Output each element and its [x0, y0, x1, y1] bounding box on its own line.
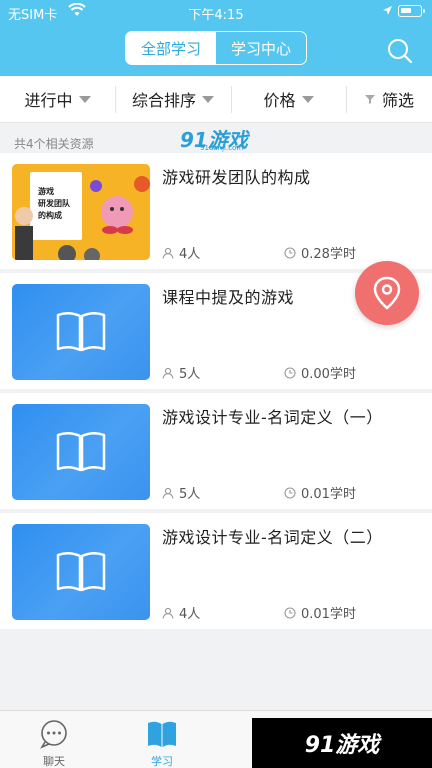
- watermark-banner-text: 91游戏: [304, 733, 380, 758]
- course-cover-image: 游戏 研发团队 的构成: [12, 164, 150, 260]
- results-count: 共4个相关资源: [14, 137, 94, 151]
- location-arrow-icon: [383, 6, 392, 15]
- enrolled-count-value: 5人: [179, 487, 201, 502]
- dropdown-arrow-icon: [78, 95, 91, 103]
- clock-icon: [284, 246, 296, 259]
- person-icon: [162, 487, 174, 499]
- book-icon: [56, 432, 106, 472]
- study-hours: 0.01学时: [284, 483, 356, 502]
- watermark-banner: 91游戏: [252, 718, 432, 768]
- app-screen: 无SIM卡 下午4:15 全部学习 学习中心 进行中 综合排序 价格 筛选 共4…: [0, 0, 432, 768]
- segment-control: 全部学习 学习中心: [125, 31, 307, 65]
- cover-text-line-2: 研发团队: [38, 198, 71, 208]
- filter-bar: 进行中 综合排序 价格 筛选: [0, 76, 432, 123]
- header-bar: 无SIM卡 下午4:15 全部学习 学习中心: [0, 0, 432, 76]
- map-pin-icon: [373, 276, 401, 310]
- course-thumbnail: [12, 524, 150, 620]
- study-hours-value: 0.01学时: [301, 607, 356, 622]
- list-item[interactable]: 游戏设计专业-名词定义（二） 4人 0.01学时: [0, 513, 432, 629]
- course-title: 游戏设计专业-名词定义（二）: [162, 528, 383, 547]
- person-icon: [162, 367, 174, 379]
- tab-chat[interactable]: 聊天: [14, 711, 94, 768]
- filter-in-progress-label: 进行中: [24, 91, 73, 110]
- clock-icon: [284, 366, 296, 379]
- search-icon[interactable]: [386, 37, 414, 65]
- course-title: 课程中提及的游戏: [162, 288, 295, 307]
- person-icon: [162, 247, 174, 259]
- watermark-logo: 91游戏 91danji.com: [180, 124, 270, 154]
- clock-icon: [284, 486, 296, 499]
- study-hours-value: 0.28学时: [301, 247, 356, 262]
- filter-price[interactable]: 价格: [231, 76, 346, 122]
- list-item[interactable]: 游戏设计专业-名词定义（一） 5人 0.01学时: [0, 393, 432, 509]
- person-icon: [162, 607, 174, 619]
- tab-chat-label: 聊天: [43, 755, 65, 768]
- cover-text-line-1: 游戏: [38, 186, 54, 196]
- chat-bubble-icon: [40, 720, 67, 749]
- clock-icon: [284, 606, 296, 619]
- course-title: 游戏研发团队的构成: [162, 168, 311, 187]
- location-fab-button[interactable]: [355, 261, 419, 325]
- study-hours-value: 0.00学时: [301, 367, 356, 382]
- study-hours: 0.28学时: [284, 243, 356, 262]
- segment-learning-center[interactable]: 学习中心: [216, 32, 306, 64]
- tab-learning[interactable]: 学习: [122, 711, 202, 768]
- status-bar: 无SIM卡 下午4:15: [0, 0, 432, 24]
- dropdown-arrow-icon: [301, 95, 314, 103]
- course-thumbnail: [12, 404, 150, 500]
- dropdown-arrow-icon: [202, 95, 214, 103]
- filter-screen[interactable]: 筛选: [346, 76, 432, 122]
- study-hours: 0.00学时: [284, 363, 356, 382]
- cover-text-line-3: 的构成: [38, 210, 62, 220]
- enrolled-count-value: 4人: [179, 607, 201, 622]
- course-title: 游戏设计专业-名词定义（一）: [162, 408, 383, 427]
- study-hours-value: 0.01学时: [301, 487, 356, 502]
- list-item[interactable]: 游戏 研发团队 的构成 游戏研发团队的构成 4人 0.28学时: [0, 153, 432, 269]
- study-hours: 0.01学时: [284, 603, 356, 622]
- book-icon: [56, 312, 106, 352]
- filter-sort[interactable]: 综合排序: [115, 76, 231, 122]
- filter-screen-label: 筛选: [381, 91, 414, 110]
- enrolled-count: 5人: [162, 363, 200, 382]
- filter-in-progress[interactable]: 进行中: [0, 76, 115, 122]
- book-icon: [56, 552, 106, 592]
- status-time: 下午4:15: [188, 8, 244, 23]
- enrolled-count-value: 5人: [179, 367, 201, 382]
- tab-learning-label: 学习: [151, 755, 173, 768]
- watermark-subtext: 91danji.com: [200, 144, 244, 152]
- segment-all-learning[interactable]: 全部学习: [126, 32, 216, 64]
- battery-icon: [398, 5, 425, 17]
- filter-sort-label: 综合排序: [131, 91, 196, 110]
- enrolled-count: 4人: [162, 603, 200, 622]
- funnel-icon: [364, 95, 375, 104]
- course-thumbnail: [12, 284, 150, 380]
- enrolled-count: 4人: [162, 243, 200, 262]
- enrolled-count-value: 4人: [179, 247, 201, 262]
- filter-price-label: 价格: [263, 91, 296, 110]
- open-book-icon: [148, 721, 176, 747]
- course-thumbnail: 游戏 研发团队 的构成: [12, 164, 150, 260]
- enrolled-count: 5人: [162, 483, 200, 502]
